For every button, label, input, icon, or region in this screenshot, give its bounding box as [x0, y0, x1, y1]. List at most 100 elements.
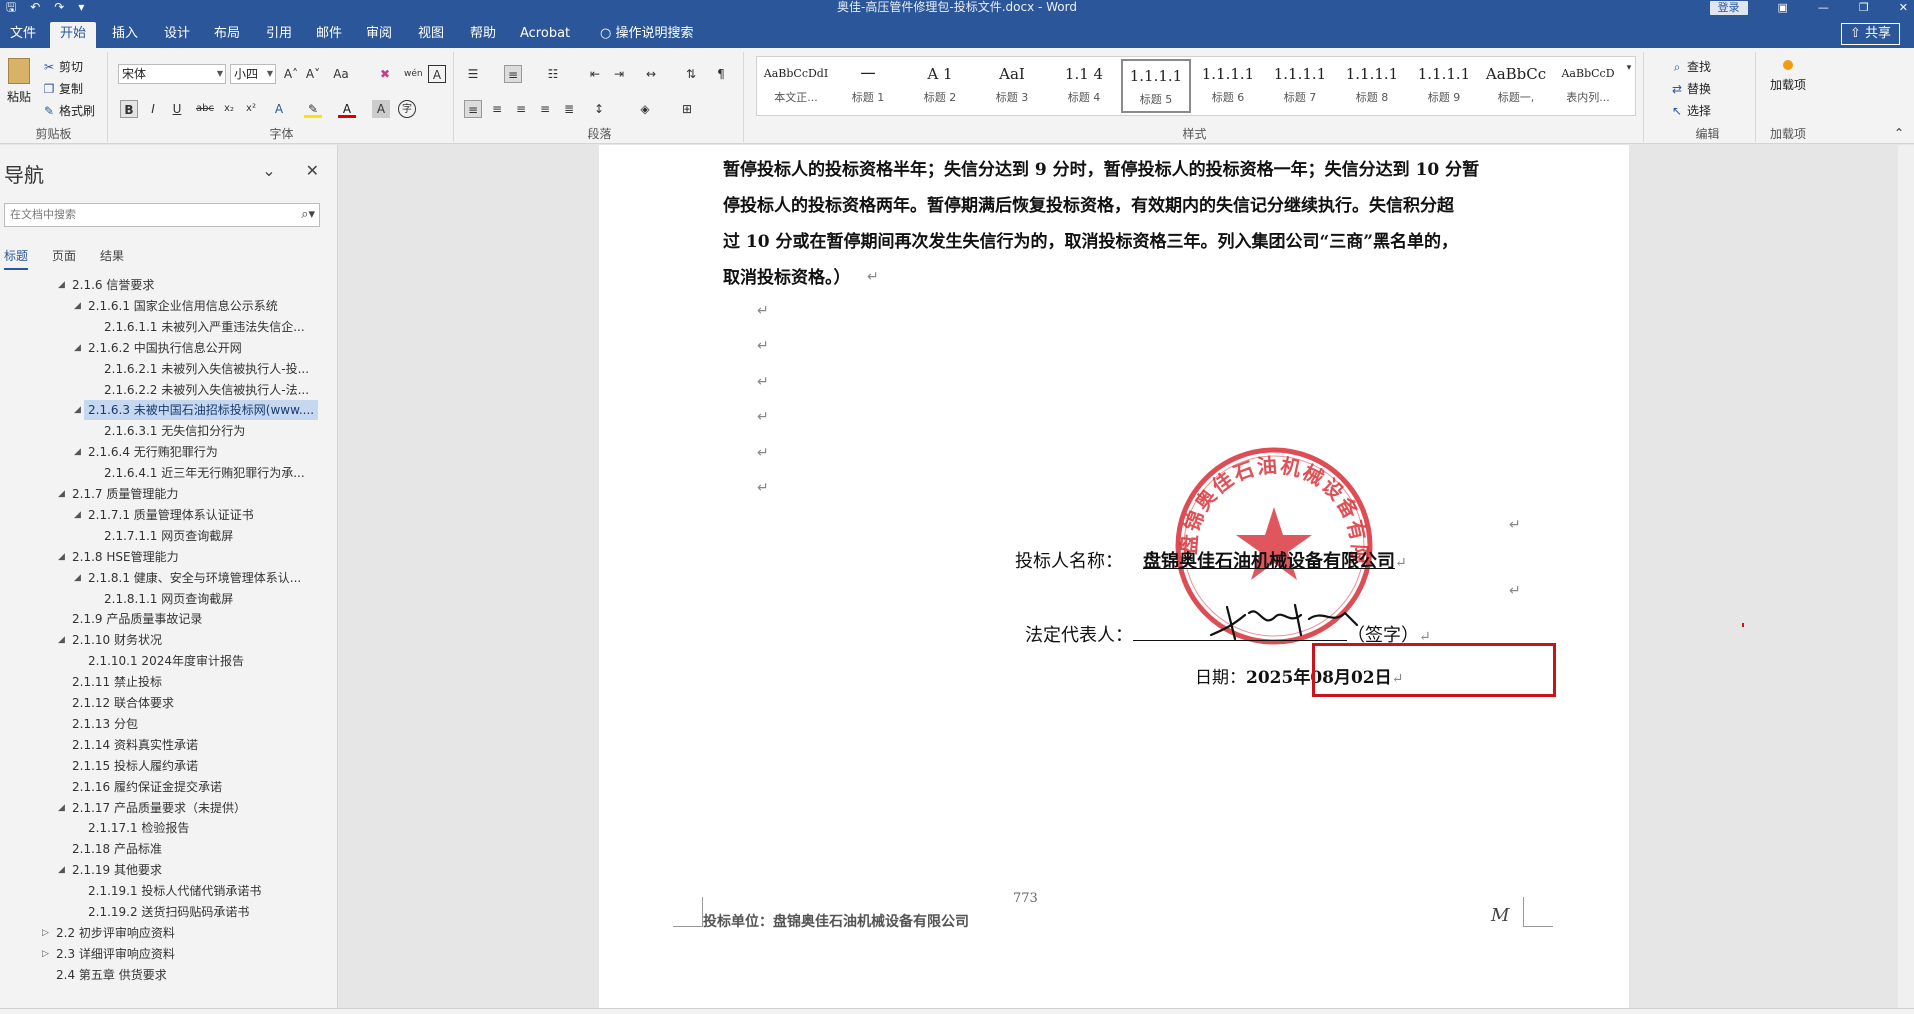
nav-heading-item[interactable]: 2.1.6.2 中国执行信息公开网 — [88, 338, 242, 358]
tab-help[interactable]: 帮助 — [460, 22, 506, 48]
nav-heading-item[interactable]: 2.1.15 投标人履约承诺 — [72, 756, 198, 776]
login-button[interactable]: 登录 — [1709, 1, 1748, 15]
change-case-icon[interactable]: Aa — [332, 65, 350, 83]
nav-heading-item[interactable]: 2.4 第五章 供货要求 — [56, 965, 167, 985]
nav-heading-item[interactable]: 2.1.6.1.1 未被列入严重违法失信企... — [104, 317, 305, 337]
font-name-combo[interactable]: 宋体 ▼ — [118, 64, 226, 84]
expand-triangle-icon[interactable]: ◢ — [58, 798, 65, 818]
strikethrough-icon[interactable]: abc — [196, 100, 214, 118]
bullets-icon[interactable]: ☰ — [464, 65, 482, 83]
expand-triangle-icon[interactable]: ◢ — [58, 630, 65, 650]
nav-heading-item[interactable]: 2.1.7 质量管理能力 — [72, 484, 178, 504]
nav-heading-item[interactable]: 2.1.6.2.1 未被列入失信被执行人-投... — [104, 359, 309, 379]
align-left-icon[interactable]: ≡ — [464, 100, 482, 118]
nav-heading-item[interactable]: 2.1.19.1 投标人代储代销承诺书 — [88, 881, 261, 901]
nav-heading-item[interactable]: 2.1.6 信誉要求 — [72, 275, 154, 295]
expand-triangle-icon[interactable]: ◢ — [74, 505, 81, 525]
tell-me-search[interactable]: ○ 操作说明搜索 — [592, 22, 704, 48]
nav-heading-item[interactable]: 2.1.6.4 无行贿犯罪行为 — [88, 442, 218, 462]
borders-icon[interactable]: ⊞ — [678, 100, 696, 118]
expand-triangle-icon[interactable]: ◢ — [74, 442, 81, 462]
search-icon[interactable]: ⌕▾ — [301, 204, 315, 226]
nav-heading-item[interactable]: 2.1.19.2 送货扫码贴码承诺书 — [88, 902, 249, 922]
align-center-icon[interactable]: ≡ — [488, 100, 506, 118]
select-button[interactable]: ↖ 选择 — [1670, 102, 1711, 119]
nav-heading-item[interactable]: 2.1.10 财务状况 — [72, 630, 162, 650]
nav-heading-item[interactable]: 2.1.10.1 2024年度审计报告 — [88, 651, 244, 671]
distributed-icon[interactable]: ≣ — [560, 100, 578, 118]
copy-button[interactable]: ❐ 复制 — [42, 80, 83, 97]
nav-tab-pages[interactable]: 页面 — [52, 247, 76, 270]
phonetic-guide-icon[interactable]: wén — [404, 65, 423, 83]
superscript-icon[interactable]: x² — [242, 100, 260, 118]
character-shading-icon[interactable]: A — [372, 100, 390, 118]
collapse-triangle-icon[interactable]: ▷ — [42, 923, 49, 943]
nav-heading-item[interactable]: 2.1.17 产品质量要求（未提供） — [72, 798, 246, 818]
nav-heading-item[interactable]: 2.2 初步评审响应资料 — [56, 923, 175, 943]
style-item-selected[interactable]: 1.1.1.1 标题 5 — [1121, 59, 1191, 113]
style-item[interactable]: 1.1.1.1 标题 7 — [1265, 59, 1335, 113]
replace-button[interactable]: ⇄ 替换 — [1670, 80, 1711, 97]
style-item[interactable]: 1.1.1.1 标题 9 — [1409, 59, 1479, 113]
expand-triangle-icon[interactable]: ◢ — [58, 484, 65, 504]
close-icon[interactable]: ✕ — [306, 161, 319, 180]
highlight-color-icon[interactable]: ✎ — [304, 100, 322, 118]
clear-formatting-icon[interactable]: ✖ — [376, 65, 394, 83]
chevron-down-icon[interactable]: ⌄ — [262, 161, 275, 180]
nav-heading-item[interactable]: 2.1.11 禁止投标 — [72, 672, 162, 692]
nav-heading-item[interactable]: 2.1.14 资料真实性承诺 — [72, 735, 198, 755]
tab-mailings[interactable]: 邮件 — [306, 22, 352, 48]
nav-tab-results[interactable]: 结果 — [100, 247, 124, 270]
style-item[interactable]: AaBbCcDdI 本文正... — [761, 59, 831, 113]
enclose-characters-icon[interactable]: 字 — [398, 100, 416, 118]
numbering-icon[interactable]: ≡ — [504, 65, 522, 83]
style-item[interactable]: AaI 标题 3 — [977, 59, 1047, 113]
nav-heading-item[interactable]: 2.1.8.1.1 网页查询截屏 — [104, 589, 233, 609]
subscript-icon[interactable]: x₂ — [220, 100, 238, 118]
style-item[interactable]: A 1 标题 2 — [905, 59, 975, 113]
tab-review[interactable]: 审阅 — [356, 22, 402, 48]
nav-heading-item[interactable]: 2.1.17.1 检验报告 — [88, 818, 189, 838]
nav-heading-item[interactable]: 2.1.6.1 国家企业信用信息公示系统 — [88, 296, 278, 316]
nav-heading-item[interactable]: 2.1.6.3.1 无失信扣分行为 — [104, 421, 245, 441]
nav-heading-item[interactable]: 2.3 详细评审响应资料 — [56, 944, 175, 964]
nav-heading-item[interactable]: 2.1.7.1.1 网页查询截屏 — [104, 526, 233, 546]
tab-file[interactable]: 文件 — [0, 22, 46, 48]
shrink-font-icon[interactable]: A˅ — [304, 65, 322, 83]
align-right-icon[interactable]: ≡ — [512, 100, 530, 118]
font-size-combo[interactable]: 小四 ▼ — [230, 64, 276, 84]
expand-triangle-icon[interactable]: ◢ — [74, 296, 81, 316]
tab-acrobat[interactable]: Acrobat — [510, 22, 580, 48]
nav-heading-item[interactable]: 2.1.8 HSE管理能力 — [72, 547, 179, 567]
italic-icon[interactable]: I — [144, 100, 162, 118]
tab-insert[interactable]: 插入 — [102, 22, 148, 48]
collapse-ribbon-icon[interactable]: ⌃ — [1890, 124, 1908, 142]
style-item[interactable]: 一标题 1 — [833, 59, 903, 113]
find-button[interactable]: ⌕ 查找 — [1670, 58, 1711, 75]
line-spacing-icon[interactable]: ↕ — [590, 100, 608, 118]
shading-icon[interactable]: ◈ — [636, 100, 654, 118]
nav-heading-item[interactable]: 2.1.6.4.1 近三年无行贿犯罪行为承... — [104, 463, 305, 483]
ribbon-display-options-icon[interactable]: ▣ — [1778, 1, 1788, 15]
expand-triangle-icon[interactable]: ◢ — [58, 275, 65, 295]
minimize-icon[interactable]: — — [1818, 1, 1829, 15]
nav-tab-headings[interactable]: 标题 — [4, 247, 29, 270]
show-marks-icon[interactable]: ¶ — [712, 65, 730, 83]
nav-heading-item[interactable]: 2.1.6.2.2 未被列入失信被执行人-法... — [104, 380, 309, 400]
nav-heading-item[interactable]: 2.1.7.1 质量管理体系认证证书 — [88, 505, 254, 525]
nav-heading-item[interactable]: 2.1.19 其他要求 — [72, 860, 162, 880]
underline-icon[interactable]: U — [168, 100, 186, 118]
style-item[interactable]: 1.1.1.1 标题 6 — [1193, 59, 1263, 113]
style-item[interactable]: 1.1 4 标题 4 — [1049, 59, 1119, 113]
cut-button[interactable]: ✂ 剪切 — [42, 58, 83, 75]
character-border-icon[interactable]: A — [428, 65, 446, 83]
style-item[interactable]: 1.1.1.1 标题 8 — [1337, 59, 1407, 113]
collapse-triangle-icon[interactable]: ▷ — [42, 944, 49, 964]
nav-heading-item[interactable]: 2.1.16 履约保证金提交承诺 — [72, 777, 222, 797]
tab-design[interactable]: 设计 — [154, 22, 200, 48]
tab-layout[interactable]: 布局 — [204, 22, 250, 48]
multilevel-list-icon[interactable]: ☷ — [544, 65, 562, 83]
maximize-icon[interactable]: ❐ — [1859, 1, 1869, 15]
justify-icon[interactable]: ≡ — [536, 100, 554, 118]
styles-more-icon[interactable]: ▾ — [1623, 59, 1635, 77]
